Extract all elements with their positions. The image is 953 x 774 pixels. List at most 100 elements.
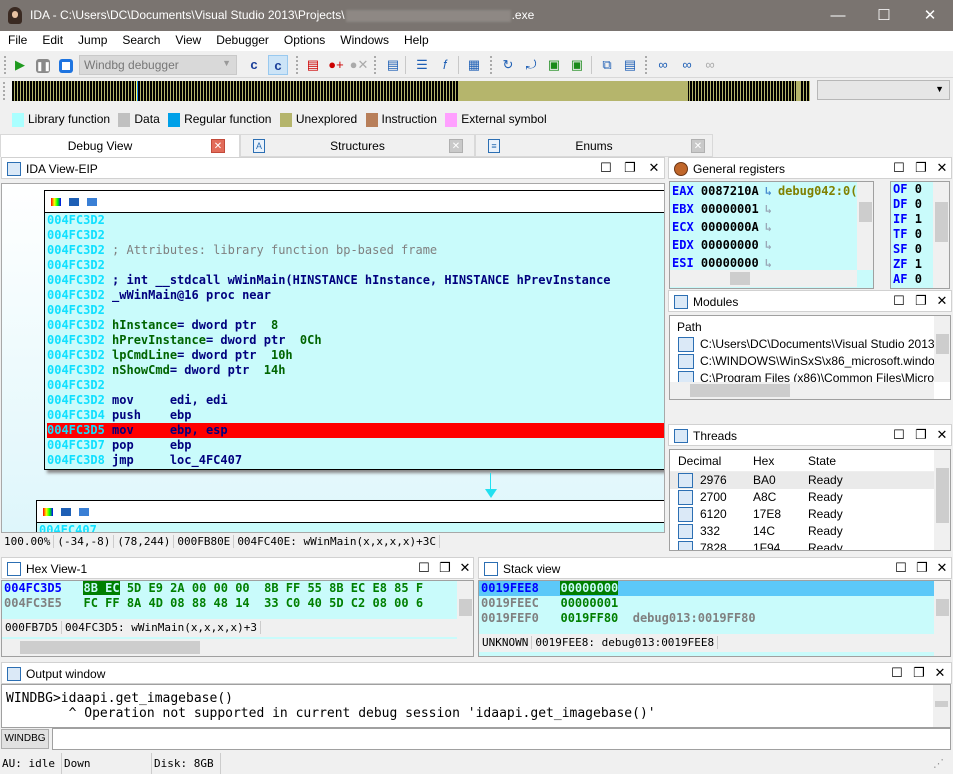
output-vscroll[interactable] [933, 685, 950, 727]
modules-hscroll[interactable] [670, 382, 934, 399]
stack-row[interactable]: 0019FEEC 00000001 [479, 596, 950, 611]
menu-help[interactable]: Help [396, 31, 436, 47]
stack-current-row[interactable]: 0019FEE8 00000000 [479, 581, 950, 596]
minimize-button[interactable]: — [815, 0, 861, 31]
current-instruction-line[interactable]: 004FC3D5 mov ebp, esp [47, 423, 664, 438]
graph-view[interactable]: 004FC3D2 004FC3D2 004FC3D2 ; Attributes:… [1, 183, 665, 533]
trace-instruction-icon[interactable]: ▣ [544, 55, 564, 75]
register-row[interactable]: EDX 00000000 ↳ [670, 236, 873, 254]
registers-vscroll[interactable] [857, 182, 873, 270]
navigation-band[interactable] [12, 81, 810, 101]
navband-select[interactable]: ▼ [817, 80, 950, 100]
menu-file[interactable]: File [0, 31, 34, 47]
hex-selected-bytes[interactable]: 8B EC [83, 581, 120, 595]
run-until-return-icon[interactable]: ▦ [464, 55, 484, 75]
disasm-line[interactable]: 004FC3D2 [47, 258, 664, 273]
maximize-panel-icon[interactable]: ☐ [891, 160, 907, 176]
stack-var-name[interactable]: nShowCmd [112, 363, 170, 377]
disasm-line[interactable]: 004FC3D2 mov edi, edi [47, 393, 664, 408]
float-panel-icon[interactable]: ❐ [911, 665, 927, 681]
stack-value[interactable]: 0019FF80 [560, 611, 618, 625]
cli-input[interactable] [52, 728, 951, 750]
node-color-icon[interactable] [51, 198, 61, 206]
thread-row[interactable]: 2976 BA0 Ready [670, 472, 950, 489]
maximize-button[interactable]: ☐ [861, 0, 907, 31]
disasm-line[interactable]: 004FC3D2 lpCmdLine= dword ptr 10h [47, 348, 664, 363]
float-panel-icon[interactable]: ❐ [913, 160, 929, 176]
delete-watch-icon[interactable]: ∞ [700, 55, 720, 75]
graph-node-main[interactable]: 004FC3D2 004FC3D2 004FC3D2 ; Attributes:… [44, 190, 664, 470]
flags-vscroll[interactable] [933, 182, 949, 288]
step-into-icon[interactable]: ▤ [383, 55, 403, 75]
hex-bytes[interactable]: 5D E9 2A 00 00 00 8B FF 55 8B EC E8 85 F [120, 581, 423, 595]
close-panel-icon[interactable]: ✕ [932, 665, 948, 681]
flag-value[interactable]: 0 [915, 242, 922, 256]
jump-arrow-icon[interactable]: ↳ [765, 184, 772, 198]
menu-windows[interactable]: Windows [332, 31, 396, 47]
close-button[interactable]: ✕ [907, 0, 953, 31]
disasm-line[interactable]: 004FC3D8 jmp loc_4FC407 [47, 453, 664, 468]
stack-comment[interactable]: debug013:0019FF80 [633, 611, 756, 625]
register-reference[interactable]: debug042:0( [778, 184, 857, 198]
disasm-line[interactable]: 004FC3D2 hPrevInstance= dword ptr 0Ch [47, 333, 664, 348]
thread-row[interactable]: 7828 1F94 Ready [670, 540, 950, 550]
disasm-line[interactable]: 004FC3D2 ; int __stdcall wWinMain(HINSTA… [47, 273, 664, 288]
close-panel-icon[interactable]: ✕ [934, 293, 950, 309]
toolbar-grip[interactable] [490, 56, 493, 74]
disasm-line[interactable]: 004FC3D4 push ebp [47, 408, 664, 423]
modules-icon[interactable]: ▤ [620, 55, 640, 75]
resize-grip-icon[interactable]: ⋰ [931, 753, 950, 774]
thread-row[interactable]: 6120 17E8 Ready [670, 506, 950, 523]
float-panel-icon[interactable]: ❐ [914, 560, 930, 576]
add-watch-icon[interactable]: ∞ [677, 55, 697, 75]
close-panel-icon[interactable]: ✕ [457, 560, 473, 576]
thread-row[interactable]: 332 14C Ready [670, 523, 950, 540]
flag-value[interactable]: 0 [915, 272, 922, 286]
output-log[interactable]: WINDBG>idaapi.get_imagebase() ^ Operatio… [1, 684, 951, 728]
close-panel-icon[interactable]: ✕ [646, 160, 662, 176]
stack-value[interactable]: 00000000 [560, 581, 619, 595]
step-out-function-icon[interactable]: 𝑓 [435, 55, 455, 75]
modules-list[interactable]: Path C:\Users\DC\Documents\Visual Studio… [669, 315, 951, 400]
maximize-panel-icon[interactable]: ☐ [598, 160, 614, 176]
flag-value[interactable]: 1 [915, 212, 922, 226]
hex-bytes[interactable]: FC FF 8A 4D 08 88 48 14 33 C0 40 5D C2 0… [83, 596, 423, 610]
toolbar-grip[interactable] [374, 56, 377, 74]
register-row[interactable]: ECX 0000000A ↳ [670, 218, 873, 236]
close-icon[interactable]: ✕ [211, 139, 225, 153]
menu-search[interactable]: Search [114, 31, 167, 47]
breakpoint-list-icon[interactable]: ▤ [303, 55, 323, 75]
disasm-line[interactable]: 004FC3D2 _wWinMain@16 proc near [47, 288, 664, 303]
module-row[interactable]: C:\WINDOWS\WinSxS\x86_microsoft.window [670, 353, 950, 370]
maximize-panel-icon[interactable]: ☐ [889, 665, 905, 681]
hex-row[interactable]: 004FC3D5 8B EC 5D E9 2A 00 00 00 8B FF 5… [2, 581, 473, 596]
disasm-line[interactable]: 004FC3D2 [47, 228, 664, 243]
jump-arrow-icon[interactable]: ↳ [765, 202, 772, 216]
close-icon[interactable]: ✕ [449, 139, 463, 153]
cli-language-button[interactable]: WINDBG [1, 729, 49, 749]
node-color-icon[interactable] [43, 508, 53, 516]
pause-process-icon[interactable]: ❚❚ [33, 55, 53, 75]
register-value[interactable]: 0087210A [701, 184, 759, 198]
float-panel-icon[interactable]: ❐ [913, 293, 929, 309]
module-row[interactable]: C:\Users\DC\Documents\Visual Studio 2013… [670, 336, 950, 353]
column-header-path[interactable]: Path [670, 316, 950, 336]
float-panel-icon[interactable]: ❐ [913, 427, 929, 443]
terminate-process-icon[interactable] [56, 55, 76, 75]
register-value[interactable]: 00000000 [701, 256, 759, 270]
registers-hscroll[interactable] [670, 270, 857, 287]
run-to-cursor-icon[interactable]: c [268, 55, 288, 75]
menu-debugger[interactable]: Debugger [208, 31, 276, 47]
disasm-line[interactable]: 004FC3D7 pop ebp [47, 438, 664, 453]
close-icon[interactable]: ✕ [691, 139, 705, 153]
disasm-line[interactable]: 004FC3D2 hInstance= dword ptr 8 [47, 318, 664, 333]
tab-enums[interactable]: ≡ Enums ✕ [475, 134, 713, 157]
disasm-line[interactable]: 004FC3D2 nShowCmd= dword ptr 14h [47, 363, 664, 378]
navband-grip[interactable] [3, 82, 6, 100]
flag-value[interactable]: 0 [915, 197, 922, 211]
stack-var-name[interactable]: hInstance [112, 318, 177, 332]
threads-vscroll[interactable] [934, 450, 950, 550]
registers-list[interactable]: EAX 0087210A ↳ debug042:0(EBX 00000001 ↳ ECX… [669, 181, 874, 289]
toolbar-grip[interactable] [645, 56, 648, 74]
watch-view-icon[interactable]: ∞ [653, 55, 673, 75]
